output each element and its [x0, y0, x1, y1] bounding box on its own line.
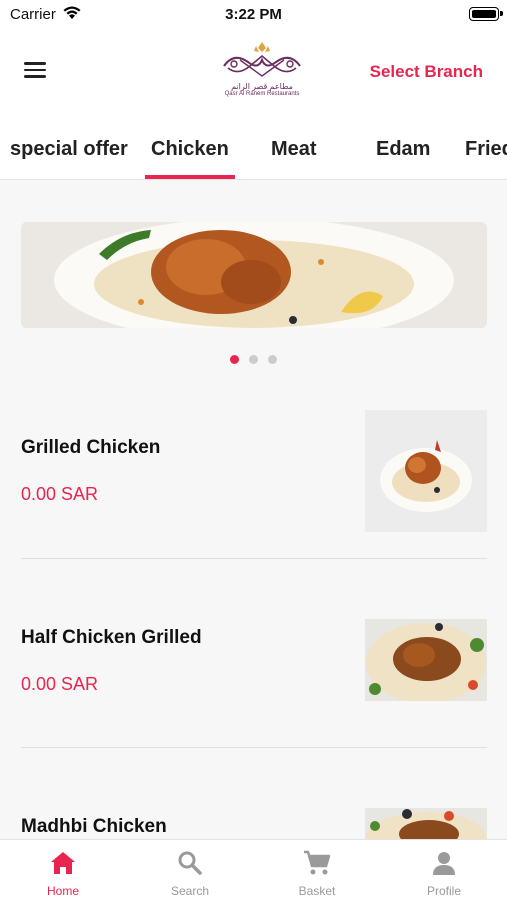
nav-label: Home	[46, 884, 79, 898]
nav-profile[interactable]: Profile	[381, 840, 507, 900]
logo-emblem-icon	[223, 42, 301, 77]
nav-basket[interactable]: Basket	[254, 840, 380, 900]
divider	[21, 747, 487, 748]
menu-line	[24, 75, 46, 78]
category-tabs: special offer Chicken Meat Edam Fried	[0, 120, 507, 180]
hamburger-menu-button[interactable]	[18, 58, 52, 86]
logo-arabic-text: مطاعم قصر الرانم	[231, 82, 293, 91]
menu-line	[24, 68, 46, 71]
nav-home[interactable]: Home	[0, 840, 126, 900]
tab-special-offer[interactable]: special offer	[10, 138, 128, 161]
carousel-dot[interactable]	[268, 355, 277, 364]
tab-fried[interactable]: Fried	[465, 138, 507, 161]
cart-icon	[303, 850, 331, 881]
carousel-dot[interactable]	[249, 355, 258, 364]
tab-meat[interactable]: Meat	[271, 138, 317, 161]
menu-line	[24, 62, 46, 65]
item-price: 0.00 SAR	[21, 484, 99, 504]
item-image	[365, 619, 487, 701]
app-header: مطاعم قصر الرانم Qasr Al Ranem Restauran…	[0, 30, 507, 120]
search-icon	[177, 850, 203, 881]
promo-banner[interactable]	[21, 222, 487, 328]
carousel-dot[interactable]	[230, 355, 239, 364]
home-icon	[50, 850, 76, 881]
item-image	[365, 808, 487, 839]
menu-item-madhbi-chicken[interactable]: Madhbi Chicken	[21, 808, 487, 839]
banner-food-image	[21, 222, 487, 328]
select-branch-button[interactable]: Select Branch	[370, 62, 483, 82]
bottom-navigation: Home Search Basket Profile	[0, 839, 507, 900]
item-name: Half Chicken Grilled	[21, 627, 202, 648]
nav-search[interactable]: Search	[127, 840, 253, 900]
item-price: 0.00 SAR	[21, 674, 99, 694]
carousel-indicator	[0, 351, 507, 369]
restaurant-logo: مطاعم قصر الرانم Qasr Al Ranem Restauran…	[217, 38, 307, 104]
nav-label: Basket	[298, 884, 336, 898]
menu-item-grilled-chicken[interactable]: Grilled Chicken 0.00 SAR	[21, 409, 487, 532]
status-bar: Carrier 3:22 PM	[0, 0, 507, 30]
tab-chicken[interactable]: Chicken	[145, 138, 235, 179]
item-image	[365, 410, 487, 532]
battery-icon	[469, 7, 503, 21]
clock: 3:22 PM	[225, 6, 282, 23]
nav-label: Search	[170, 884, 210, 898]
item-name: Madhbi Chicken	[21, 816, 167, 837]
logo-english-text: Qasr Al Ranem Restaurants	[224, 91, 300, 97]
menu-item-half-chicken-grilled[interactable]: Half Chicken Grilled 0.00 SAR	[21, 619, 487, 701]
divider	[21, 558, 487, 559]
item-name: Grilled Chicken	[21, 437, 161, 458]
tab-edam[interactable]: Edam	[376, 138, 430, 161]
nav-label: Profile	[426, 884, 461, 898]
person-icon	[431, 850, 457, 881]
